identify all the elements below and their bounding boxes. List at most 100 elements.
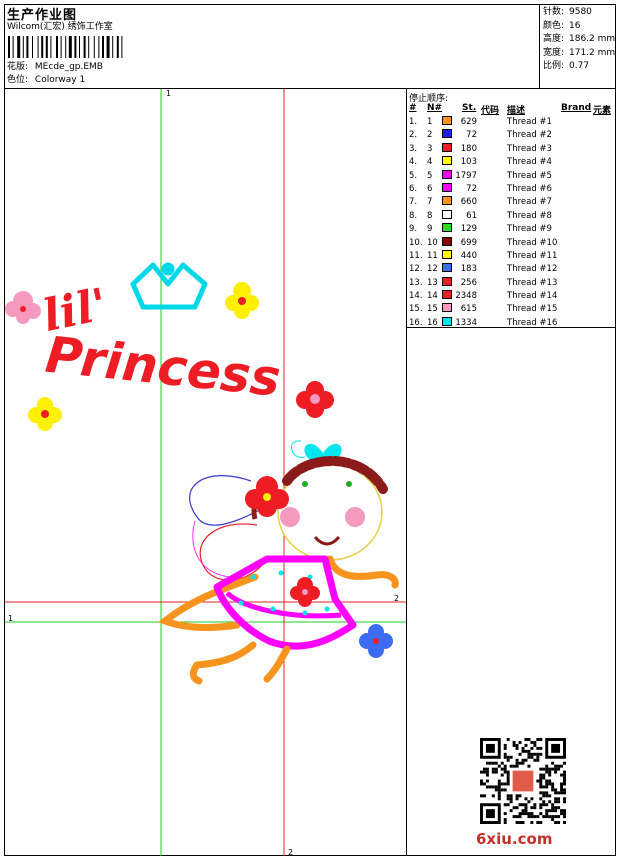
thread-row: 3. 3 180 Thread #3 — [409, 142, 614, 156]
colorway-label: 色位: — [7, 75, 29, 85]
thread-number: 13 — [427, 277, 438, 288]
thread-color-swatch — [442, 236, 452, 246]
thread-description: Thread #1 — [507, 117, 552, 127]
thread-row: 9. 9 129 Thread #9 — [409, 223, 614, 236]
col-header-num: # — [409, 103, 417, 113]
thread-number: 11 — [427, 250, 438, 261]
thread-index: 4. — [409, 157, 418, 168]
thread-number: 12 — [427, 264, 438, 275]
thread-color-swatch — [442, 116, 452, 125]
thread-stitches: 615 — [460, 304, 477, 315]
thread-stitches: 183 — [460, 264, 477, 275]
thread-color-swatch — [442, 263, 452, 273]
thread-index: 14. — [409, 291, 423, 302]
thread-color-swatch — [442, 169, 452, 179]
col-header-st: St. — [462, 103, 477, 113]
thread-index: 1. — [409, 117, 418, 127]
thread-row: 13. 13 256 Thread #13 — [409, 276, 614, 290]
thread-description: Thread #11 — [507, 250, 558, 261]
col-header-brand: Brand — [561, 103, 592, 113]
thread-stitches: 660 — [460, 197, 477, 208]
thread-row: 16. 16 1334 Thread #16 — [409, 316, 614, 330]
thread-index: 3. — [409, 143, 418, 154]
thread-row: 6. 6 72 Thread #6 — [409, 182, 614, 196]
stat-scale: 比例: 0.77 — [543, 61, 590, 71]
stats-panel: 针数: 9580 颜色: 16 高度: 186.2 mm 宽度: 171.2 mm 比例… — [543, 6, 615, 74]
thread-color-swatch — [442, 276, 452, 286]
thread-number: 10 — [427, 237, 438, 248]
thread-color-swatch — [442, 223, 452, 233]
thread-color-swatch — [442, 142, 452, 152]
thread-index: 6. — [409, 183, 418, 194]
thread-number: 4 — [427, 157, 433, 168]
thread-stitches: 1334 — [455, 317, 477, 328]
thread-description: Thread #13 — [507, 277, 558, 288]
thread-row: 12. 12 183 Thread #12 — [409, 263, 614, 276]
company-name: Wilcom(汇宏) 绣饰工作室 — [7, 22, 113, 32]
thread-color-swatch — [442, 156, 452, 166]
thread-number: 14 — [427, 291, 438, 302]
thread-index: 2. — [409, 130, 418, 141]
thread-number: 2 — [427, 130, 433, 141]
thread-row: 10. 10 699 Thread #10 — [409, 236, 614, 250]
thread-description: Thread #3 — [507, 143, 552, 154]
guide-label-v2: 2 — [288, 848, 293, 856]
thread-index: 5. — [409, 170, 418, 181]
thread-description: Thread #6 — [507, 183, 552, 194]
thread-index: 8. — [409, 210, 418, 221]
pattern-row: 花版: MEcde_gp.EMB — [7, 62, 103, 73]
thread-description: Thread #5 — [507, 170, 552, 181]
thread-stitches: 629 — [460, 117, 477, 127]
crown-icon — [130, 262, 208, 310]
thread-index: 13. — [409, 277, 423, 288]
thread-color-swatch — [442, 290, 452, 300]
thread-row: 8. 8 61 Thread #8 — [409, 209, 614, 223]
thread-index: 11. — [409, 250, 423, 261]
thread-row: 15. 15 615 Thread #15 — [409, 303, 614, 316]
thread-description: Thread #12 — [507, 264, 558, 275]
thread-number: 16 — [427, 317, 438, 328]
thread-stitches: 1797 — [455, 170, 477, 181]
thread-description: Thread #4 — [507, 157, 552, 168]
thread-stitches: 72 — [466, 183, 477, 194]
thread-stitches: 699 — [460, 237, 477, 248]
stats-divider — [539, 4, 540, 88]
stat-width: 宽度: 171.2 mm — [543, 47, 616, 58]
thread-index: 10. — [409, 237, 423, 248]
thread-number: 3 — [427, 143, 433, 154]
thread-description: Thread #14 — [507, 291, 558, 302]
thread-stitches: 440 — [460, 250, 477, 261]
col-header-element: 元素 — [593, 106, 612, 116]
thread-color-swatch — [442, 303, 452, 313]
thread-row: 11. 11 440 Thread #11 — [409, 249, 614, 263]
thread-description: Thread #15 — [507, 304, 558, 315]
thread-index: 9. — [409, 224, 418, 235]
thread-stitches: 256 — [460, 277, 477, 288]
thread-index: 15. — [409, 304, 423, 315]
thread-number: 6 — [427, 183, 433, 194]
thread-number: 5 — [427, 170, 433, 181]
thread-stitches: 180 — [460, 143, 477, 154]
thread-description: Thread #9 — [507, 224, 552, 235]
flower-yellow-left-icon — [28, 397, 62, 431]
thread-description: Thread #2 — [507, 130, 552, 141]
stat-height: 高度: 186.2 mm — [543, 34, 616, 44]
thread-description: Thread #16 — [507, 317, 558, 328]
thread-color-swatch — [442, 129, 452, 139]
stat-colors: 颜色: 16 — [543, 20, 581, 31]
thread-stitches: 129 — [460, 224, 477, 235]
watermark-text: 6xiu.com — [476, 830, 553, 848]
pattern-value: MEcde_gp.EMB — [34, 62, 103, 72]
guide-label-h2: 2 — [394, 594, 399, 603]
guide-label-h1: 1 — [8, 614, 13, 623]
thread-color-swatch — [442, 196, 452, 206]
thread-stitches: 103 — [460, 157, 477, 168]
thread-number: 15 — [427, 304, 438, 315]
thread-color-swatch — [442, 316, 452, 326]
thread-row: 2. 2 72 Thread #2 — [409, 129, 614, 142]
guide-label-v1: 1 — [166, 89, 171, 98]
embroidery-design: 1 1 2 2 lil' Princess — [5, 89, 406, 856]
flower-red-icon — [296, 381, 334, 418]
thread-color-swatch — [442, 249, 452, 259]
thread-stitches: 61 — [466, 210, 477, 221]
